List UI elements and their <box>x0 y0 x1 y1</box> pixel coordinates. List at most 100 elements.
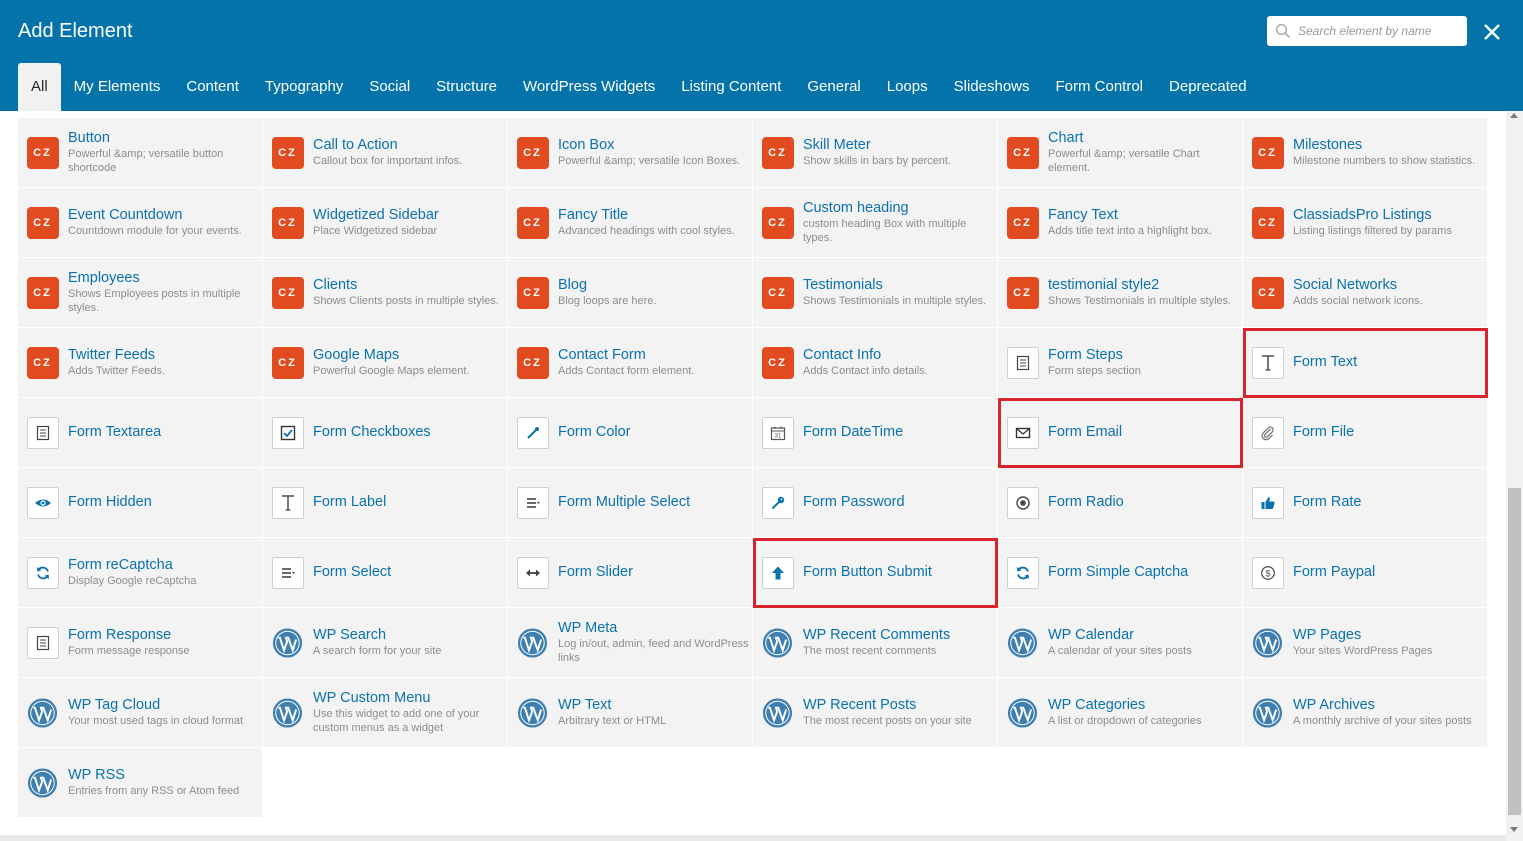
element-wp-recent-comments[interactable]: WP Recent Comments The most recent commen… <box>753 608 998 678</box>
element-employees[interactable]: CZ Employees Shows Employees posts in mult… <box>18 258 263 328</box>
element-contact-form[interactable]: CZ Contact Form Adds Contact form element. <box>508 328 753 398</box>
element-name: Icon Box <box>558 137 615 153</box>
element-form-select[interactable]: Form Select <box>263 538 508 608</box>
element-description: Powerful &amp; versatile button shortcod… <box>68 148 224 174</box>
element-name: WP Pages <box>1293 627 1362 643</box>
tab-deprecated[interactable]: Deprecated <box>1156 63 1260 111</box>
element-wp-search[interactable]: WP Search A search form for your site <box>263 608 508 678</box>
element-form-recaptcha[interactable]: Form reCaptcha Display Google reCaptcha <box>18 538 263 608</box>
element-form-slider[interactable]: Form Slider <box>508 538 753 608</box>
element-blog[interactable]: CZ Blog Blog loops are here. <box>508 258 753 328</box>
element-form-steps[interactable]: Form Steps Form steps section <box>998 328 1243 398</box>
tab-slideshows[interactable]: Slideshows <box>941 63 1043 111</box>
element-widgetized-sidebar[interactable]: CZ Widgetized Sidebar Place Widgetized sid… <box>263 188 508 258</box>
element-form-rate[interactable]: Form Rate <box>1243 468 1488 538</box>
element-classiadspro-listings[interactable]: CZ ClassiadsPro Listings Listing listings … <box>1243 188 1488 258</box>
codevz-logo-icon: CZ <box>761 346 794 379</box>
tab-form-control[interactable]: Form Control <box>1043 63 1157 111</box>
element-form-color[interactable]: Form Color <box>508 398 753 468</box>
tab-general[interactable]: General <box>794 63 873 111</box>
codevz-logo-icon: CZ <box>761 276 794 309</box>
element-text: Form Multiple Select <box>558 494 690 511</box>
element-wp-tag-cloud[interactable]: WP Tag Cloud Your most used tags in cloud… <box>18 678 263 748</box>
element-fancy-text[interactable]: CZ Fancy Text Adds title text into a highl… <box>998 188 1243 258</box>
codevz-logo-icon: CZ <box>516 136 549 169</box>
element-wp-meta[interactable]: WP Meta Log in/out, admin, feed and WordP… <box>508 608 753 678</box>
element-text: Form Button Submit <box>803 564 932 581</box>
tab-my-elements[interactable]: My Elements <box>61 63 174 111</box>
element-custom-heading[interactable]: CZ Custom heading custom heading Box with … <box>753 188 998 258</box>
element-name: Form Radio <box>1048 494 1124 510</box>
tab-content[interactable]: Content <box>173 63 252 111</box>
element-clients[interactable]: CZ Clients Shows Clients posts in multiple… <box>263 258 508 328</box>
element-form-button-submit[interactable]: Form Button Submit <box>753 538 998 608</box>
element-form-label[interactable]: Form Label <box>263 468 508 538</box>
tab-wordpress-widgets[interactable]: WordPress Widgets <box>510 63 668 111</box>
element-form-hidden[interactable]: Form Hidden <box>18 468 263 538</box>
element-form-password[interactable]: Form Password <box>753 468 998 538</box>
element-wp-calendar[interactable]: WP Calendar A calendar of your sites post… <box>998 608 1243 678</box>
scrollbar[interactable] <box>1506 111 1523 841</box>
element-name: testimonial style2 <box>1048 277 1160 293</box>
element-description: Log in/out, admin, feed and WordPress li… <box>558 638 749 664</box>
search-box[interactable] <box>1267 16 1467 46</box>
element-twitter-feeds[interactable]: CZ Twitter Feeds Adds Twitter Feeds. <box>18 328 263 398</box>
codevz-logo-icon: CZ <box>271 206 304 239</box>
element-chart[interactable]: CZ Chart Powerful &amp; versatile Chart el… <box>998 118 1243 188</box>
element-event-countdown[interactable]: CZ Event Countdown Countdown module for yo… <box>18 188 263 258</box>
element-form-radio[interactable]: Form Radio <box>998 468 1243 538</box>
element-name: Employees <box>68 270 140 286</box>
element-google-maps[interactable]: CZ Google Maps Powerful Google Maps elemen… <box>263 328 508 398</box>
close-icon[interactable] <box>1479 19 1505 45</box>
search-input[interactable] <box>1298 24 1463 38</box>
element-name: Contact Form <box>558 347 646 363</box>
element-form-checkboxes[interactable]: Form Checkboxes <box>263 398 508 468</box>
element-form-text[interactable]: Form Text <box>1243 328 1488 398</box>
elements-panel: CZ Button Powerful &amp; versatile button … <box>0 111 1523 841</box>
tab-all[interactable]: All <box>18 63 61 111</box>
element-contact-info[interactable]: CZ Contact Info Adds Contact info details. <box>753 328 998 398</box>
element-wp-archives[interactable]: WP Archives A monthly archive of your sit… <box>1243 678 1488 748</box>
element-text: WP Categories A list or dropdown of categ… <box>1048 697 1201 728</box>
element-form-file[interactable]: Form File <box>1243 398 1488 468</box>
tab-typography[interactable]: Typography <box>252 63 356 111</box>
tab-listing-content[interactable]: Listing Content <box>668 63 794 111</box>
element-form-paypal[interactable]: $ Form Paypal <box>1243 538 1488 608</box>
element-testimonials[interactable]: CZ Testimonials Shows Testimonials in mult… <box>753 258 998 328</box>
element-milestones[interactable]: CZ Milestones Milestone numbers to show st… <box>1243 118 1488 188</box>
scroll-up-arrow-icon[interactable] <box>1510 113 1518 118</box>
element-description: A list or dropdown of categories <box>1048 715 1202 727</box>
element-form-textarea[interactable]: Form Textarea <box>18 398 263 468</box>
element-name: WP Archives <box>1293 697 1375 713</box>
element-description: Listing listings filtered by params <box>1293 225 1452 237</box>
element-wp-custom-menu[interactable]: WP Custom Menu Use this widget to add one… <box>263 678 508 748</box>
element-wp-rss[interactable]: WP RSS Entries from any RSS or Atom feed <box>18 748 263 818</box>
element-fancy-title[interactable]: CZ Fancy Title Advanced headings with cool… <box>508 188 753 258</box>
scroll-thumb[interactable] <box>1508 488 1521 815</box>
element-wp-categories[interactable]: WP Categories A list or dropdown of categ… <box>998 678 1243 748</box>
element-icon-box[interactable]: CZ Icon Box Powerful &amp; versatile Icon … <box>508 118 753 188</box>
element-testimonial-style2[interactable]: CZ testimonial style2 Shows Testimonials i… <box>998 258 1243 328</box>
element-wp-pages[interactable]: WP Pages Your sites WordPress Pages <box>1243 608 1488 678</box>
element-name: Form Password <box>803 494 905 510</box>
element-form-datetime[interactable]: 31 Form DateTime <box>753 398 998 468</box>
tab-loops[interactable]: Loops <box>874 63 941 111</box>
element-skill-meter[interactable]: CZ Skill Meter Show skills in bars by perc… <box>753 118 998 188</box>
scroll-down-arrow-icon[interactable] <box>1510 827 1518 832</box>
wordpress-icon <box>26 766 59 799</box>
tab-social[interactable]: Social <box>356 63 423 111</box>
element-wp-recent-posts[interactable]: WP Recent Posts The most recent posts on … <box>753 678 998 748</box>
element-text: Form reCaptcha Display Google reCaptcha <box>68 557 196 588</box>
element-wp-text[interactable]: WP Text Arbitrary text or HTML <box>508 678 753 748</box>
element-text: Form Rate <box>1293 494 1362 511</box>
element-call-to-action[interactable]: CZ Call to Action Callout box for importan… <box>263 118 508 188</box>
element-button[interactable]: CZ Button Powerful &amp; versatile button … <box>18 118 263 188</box>
tab-structure[interactable]: Structure <box>423 63 510 111</box>
element-text: WP RSS Entries from any RSS or Atom feed <box>68 767 239 798</box>
element-form-response[interactable]: Form Response Form message response <box>18 608 263 678</box>
element-social-networks[interactable]: CZ Social Networks Adds social network ico… <box>1243 258 1488 328</box>
element-name: Form File <box>1293 424 1355 440</box>
element-form-simple-captcha[interactable]: Form Simple Captcha <box>998 538 1243 608</box>
element-form-multiple-select[interactable]: Form Multiple Select <box>508 468 753 538</box>
element-form-email[interactable]: Form Email <box>998 398 1243 468</box>
